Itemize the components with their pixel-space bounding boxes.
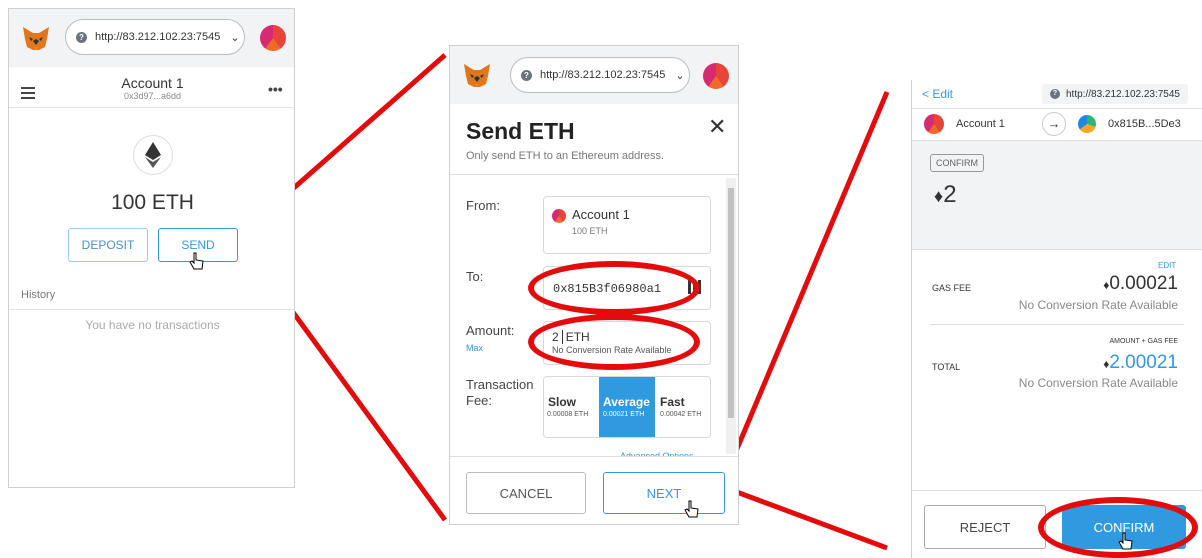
gas-fee-value: ♦0.00021 [1103,273,1178,295]
question-icon: ? [1050,89,1060,99]
eth-logo-icon [133,135,173,175]
network-url: http://83.212.102.23:7545 [1066,88,1180,100]
to-address: 0x815B...5De3 [1108,118,1181,130]
transaction-fee-label-line1: Transaction [466,377,534,392]
gas-fee-conversion: No Conversion Rate Available [1018,298,1178,312]
gas-fee-amount: 0.00021 [1109,273,1178,294]
extension-header: ? http://83.212.102.23:7545 ⌄ [9,9,294,67]
arrow-right-icon: → [1042,112,1066,136]
edit-link[interactable]: < Edit [922,87,953,101]
eth-diamond-icon: ♦ [934,186,944,206]
divider [930,324,1184,325]
total-conversion: No Conversion Rate Available [1018,376,1178,390]
scrollbar[interactable] [726,178,736,454]
metamask-fox-icon [23,27,49,50]
confirm-badge: CONFIRM [930,154,984,172]
fee-average-value: 0.00021 ETH [603,411,645,418]
fee-slow-label: Slow [548,395,577,409]
from-label: From: [466,198,500,213]
network-selector[interactable]: ? http://83.212.102.23:7545 ⌄ [65,19,245,55]
max-link[interactable]: Max [466,343,483,353]
reject-button[interactable]: REJECT [924,505,1046,549]
network-selector[interactable]: ? http://83.212.102.23:7545 ⌄ [510,57,690,93]
metamask-fox-icon [464,64,490,87]
next-button[interactable]: NEXT [603,472,725,514]
from-account-avatar [552,209,566,223]
network-url: http://83.212.102.23:7545 [540,69,666,81]
to-label: To: [466,269,484,284]
from-account-balance: 100 ETH [572,226,608,236]
fee-selector[interactable]: Slow 0.00008 ETH Average 0.00021 ETH Fas… [543,376,711,438]
divider [9,309,294,310]
more-options-icon[interactable]: ••• [268,81,283,97]
account-avatar[interactable] [260,25,286,51]
highlight-ring-confirm [1038,497,1198,558]
fee-average-label: Average [603,395,650,409]
wallet-home-panel: ? http://83.212.102.23:7545 ⌄ Account 1 … [8,8,295,488]
network-url: http://83.212.102.23:7545 [95,31,221,43]
chevron-down-icon: ⌄ [230,31,240,44]
deposit-button[interactable]: DEPOSIT [68,228,148,262]
page-title: Send ETH [466,118,575,144]
gas-fee-label: GAS FEE [932,283,972,293]
divider [9,107,294,108]
from-account-selector[interactable]: Account 1 100 ETH [543,196,711,254]
fee-fast-value: 0.00042 ETH [660,411,702,418]
total-amount: 2.00021 [1109,352,1178,373]
total-label: TOTAL [932,362,961,372]
from-account-avatar [924,114,944,134]
divider [450,174,738,175]
transaction-fee-label: Transaction Fee: [466,377,533,409]
account-avatar[interactable] [703,63,729,89]
highlight-ring-to [528,261,700,315]
balance: 100 ETH [111,191,194,214]
highlight-ring-amount [528,314,700,370]
question-icon: ? [521,69,532,81]
total-value: ♦2.00021 [1103,352,1178,374]
summary-section: CONFIRM ♦2 [912,140,1202,250]
transaction-fee-label-line2: Fee: [466,393,493,408]
fee-option-average[interactable]: Average 0.00021 ETH [599,377,655,437]
network-indicator: ? http://83.212.102.23:7545 [1042,84,1188,104]
edit-gas-link[interactable]: EDIT [1158,261,1176,270]
amount-gas-label: AMOUNT + GAS FEE [1109,338,1178,345]
page-subtitle: Only send ETH to an Ethereum address. [466,150,665,162]
amount-value: 2 [943,181,957,208]
extension-header: ? http://83.212.102.23:7545 ⌄ [450,46,738,104]
from-account-name: Account 1 [956,118,1005,130]
divider [912,108,1202,109]
account-address: 0x3d97...a6dd [123,91,182,101]
empty-history-text: You have no transactions [85,318,220,332]
amount-label: Amount: [466,323,515,338]
account-name[interactable]: Account 1 [9,75,294,91]
fee-slow-value: 0.00008 ETH [547,411,589,418]
footer-divider [450,456,738,457]
cursor-hand-icon [189,252,204,270]
from-account-name: Account 1 [572,207,630,222]
cancel-button[interactable]: CANCEL [466,472,586,514]
fee-option-slow[interactable]: Slow 0.00008 ETH [544,377,598,437]
history-label: History [21,289,56,301]
fee-fast-label: Fast [660,395,685,409]
question-icon: ? [76,31,87,43]
footer-divider [912,490,1202,491]
confirm-transaction-panel: < Edit ? http://83.212.102.23:7545 Accou… [911,80,1202,558]
amount-display: ♦2 [934,181,957,209]
chevron-down-icon: ⌄ [675,69,685,82]
fee-option-fast[interactable]: Fast 0.00042 ETH [656,377,710,437]
cursor-hand-icon [684,500,699,518]
close-icon[interactable]: ✕ [708,114,726,140]
to-account-avatar [1078,115,1096,133]
